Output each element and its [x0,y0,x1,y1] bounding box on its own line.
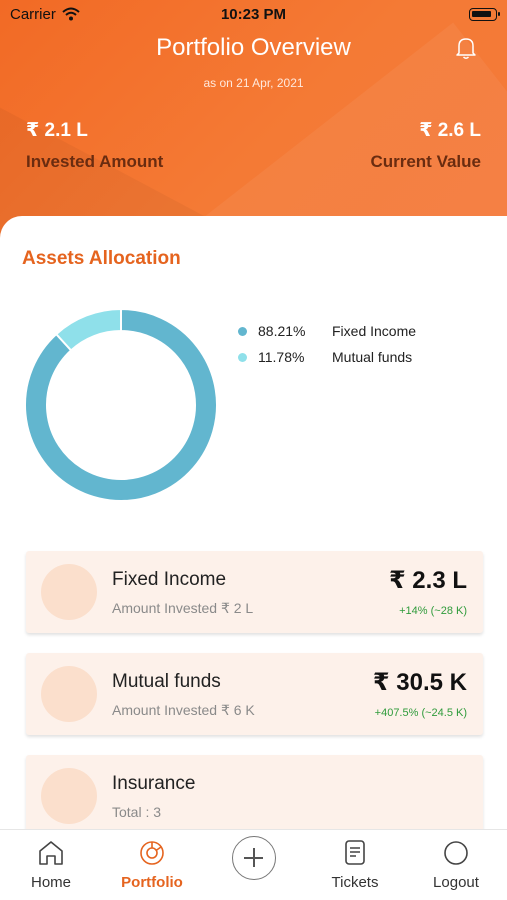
tab-label: Portfolio [121,874,183,891]
asset-name: Mutual funds [112,671,221,692]
asset-name: Insurance [112,773,196,794]
portfolio-icon [140,841,164,865]
current-value-value: ₹ 2.6 L [419,120,481,141]
tab-logout[interactable]: Logout [406,830,506,900]
allocation-donut-chart [24,308,218,502]
legend-dot-icon [238,352,247,362]
bell-icon[interactable] [455,36,477,60]
legend-item-fixed-income: 88.21% Fixed Income [238,318,416,344]
asset-current-value: ₹ 2.3 L [388,567,467,594]
amount-invested: Amount Invested ₹ 6 K [112,702,255,718]
bottom-tab-bar: Home Portfolio Tickets Logout [0,829,507,900]
insurance-total: Total : 3 [112,804,162,820]
legend-percent: 11.78% [258,349,305,365]
asset-card-insurance[interactable]: Insurance Total : 3 [26,755,483,837]
tab-label: Tickets [331,874,379,891]
legend-item-mutual-funds: 11.78% Mutual funds [238,344,416,370]
legend-percent: 88.21% [258,323,306,339]
current-value-label: Current Value [370,152,481,171]
asset-card-fixed-income[interactable]: Fixed Income Amount Invested ₹ 2 L ₹ 2.3… [26,551,483,633]
legend-dot-icon [238,326,247,336]
tab-label: Home [30,874,71,891]
tab-label: Logout [433,874,479,891]
logout-icon [444,841,468,865]
as-on-date: as on 21 Apr, 2021 [203,76,304,90]
asset-current-value: ₹ 30.5 K [372,669,467,696]
asset-name: Fixed Income [112,569,227,590]
asset-card-mutual-funds[interactable]: Mutual funds Amount Invested ₹ 6 K ₹ 30.… [26,653,483,735]
asset-avatar [41,666,97,722]
portfolio-header: Carrier 10:23 PM Portfolio Overview as o… [0,0,507,240]
section-title: Assets Allocation [22,248,181,269]
tab-tickets[interactable]: Tickets [305,830,405,900]
clock: 10:23 PM [220,6,287,23]
donut-slice-fixed-income [24,308,218,502]
legend-label: Fixed Income [332,323,417,339]
asset-avatar [41,564,97,620]
page-title: Portfolio Overview [156,34,351,61]
tab-portfolio[interactable]: Portfolio [102,830,202,900]
asset-avatar [41,768,97,824]
tab-home[interactable]: Home [1,830,101,900]
amount-invested: Amount Invested ₹ 2 L [112,600,254,616]
asset-change: +14% (~28 K) [399,605,467,617]
invested-amount-value: ₹ 2.1 L [26,120,88,141]
chart-legend: 88.21% Fixed Income 11.78% Mutual funds [238,318,416,370]
legend-label: Mutual funds [332,349,413,365]
home-icon [39,841,63,865]
add-button[interactable] [232,836,276,880]
donut-slice-mutual-funds [54,308,122,352]
battery-icon [469,8,500,21]
status-bar: Carrier 10:23 PM [0,4,507,26]
tickets-icon [345,840,365,865]
asset-change: +407.5% (~24.5 K) [374,707,467,719]
invested-amount-label: Invested Amount [26,152,164,171]
